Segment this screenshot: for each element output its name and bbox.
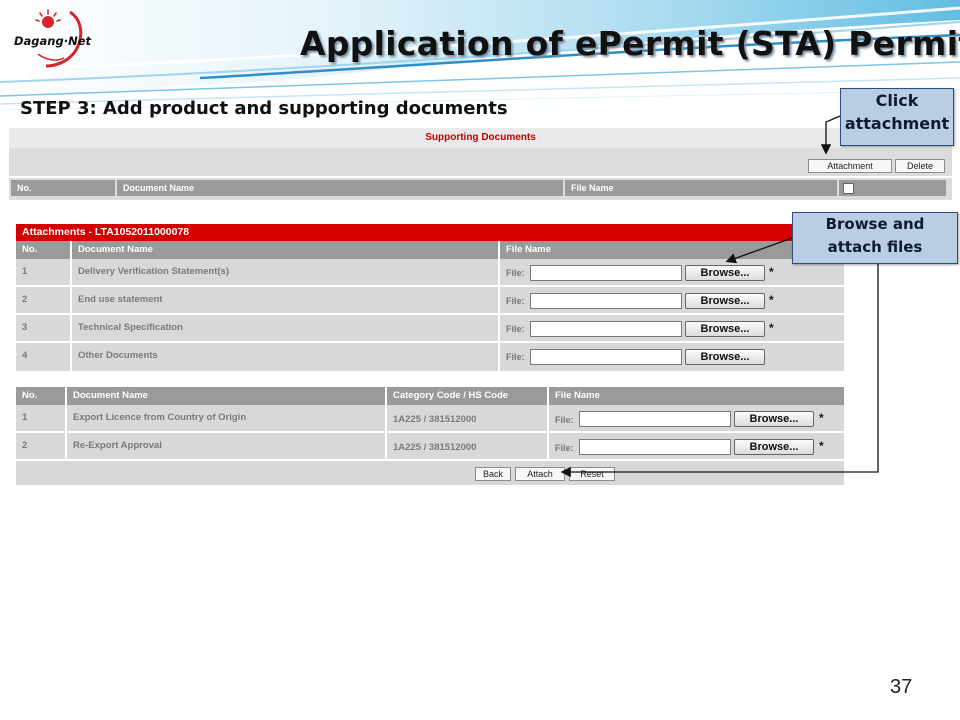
click-attachment-callout: Click attachment	[840, 88, 954, 146]
callout-arrows	[560, 115, 879, 478]
callout-line: attachment	[844, 114, 950, 133]
callout-line: Browse and	[825, 215, 925, 233]
browse-attach-callout: Browse and attach files	[792, 212, 958, 264]
callout-line: attach files	[827, 238, 923, 256]
callout-line: Click	[875, 91, 919, 110]
page-number: 37	[890, 676, 913, 698]
